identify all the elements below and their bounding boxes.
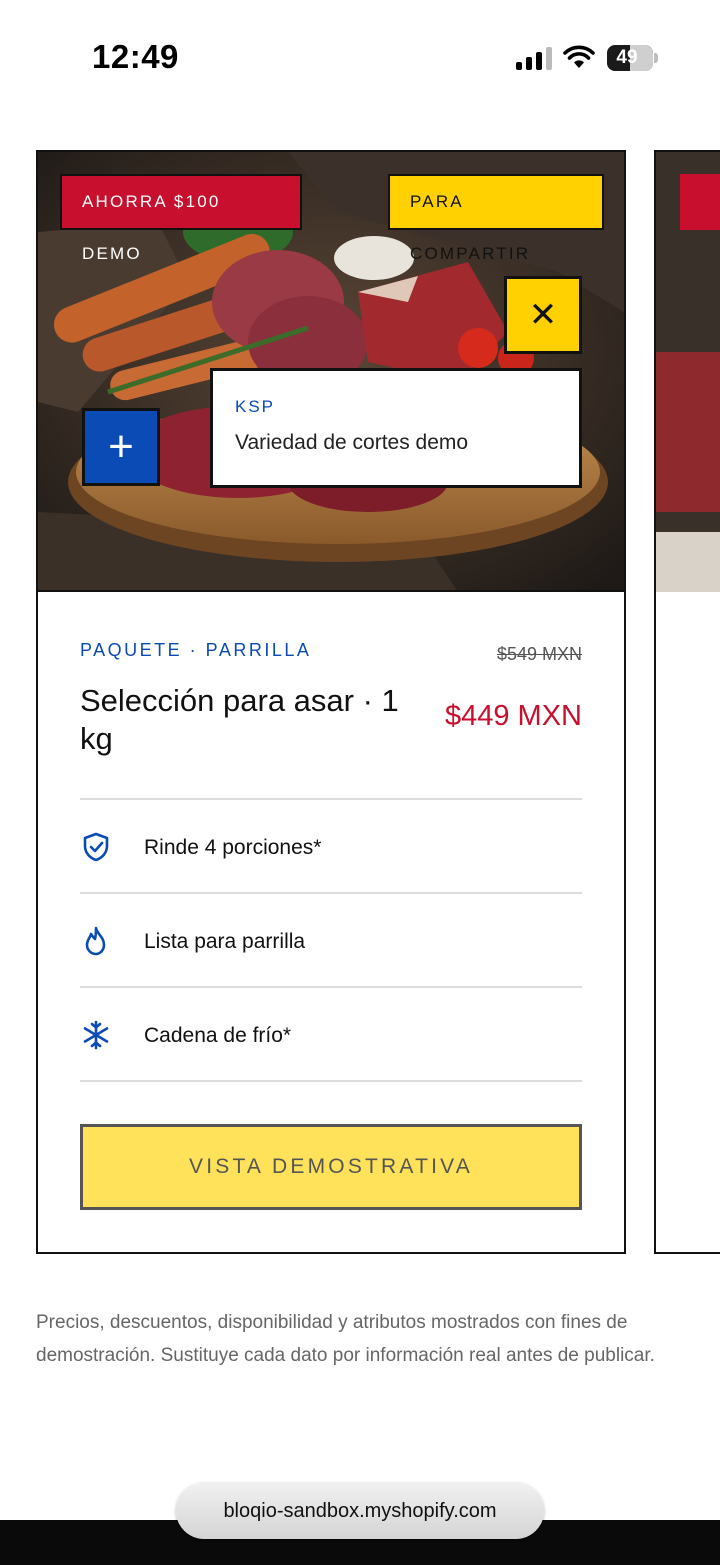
product-image[interactable]: AHORRA $100 DEMO PARA COMPARTIR ✕ KSP Va… [38,152,624,592]
browser-url-bar[interactable]: bloqio-sandbox.myshopify.com [176,1483,544,1539]
feature-list: Rinde 4 porciones* Lista para parrilla C… [80,798,582,1082]
tooltip-brand: KSP [235,397,276,416]
feature-item: Cadena de frío* [80,988,582,1082]
product-card[interactable]: AHORRA $100 DEMO PARA COMPARTIR ✕ KSP Va… [36,150,626,1254]
signal-icon [516,47,552,70]
feature-item: Rinde 4 porciones* [80,800,582,894]
product-title[interactable]: Selección para asar · 1 kg [80,682,410,758]
product-tooltip: KSP Variedad de cortes demo [210,368,582,488]
wifi-icon [563,45,595,68]
sale-price: $449 MXN [444,700,582,732]
feature-item: Lista para parrilla [80,894,582,988]
next-product-card[interactable] [654,150,720,1254]
next-product-image [656,152,720,592]
discount-badge: AHORRA $100 DEMO [60,174,302,263]
plus-icon: + [108,422,134,471]
feature-label: Lista para parrilla [144,930,306,953]
shield-check-icon [83,832,109,862]
hotspot-plus-button[interactable]: + [82,408,160,486]
flame-icon [85,926,106,956]
feature-label: Cadena de frío* [144,1024,292,1047]
disclaimer-text: Precios, descuentos, disponibilidad y at… [36,1312,655,1366]
status-bar: 12:49 49 [0,0,720,110]
share-badge: PARA COMPARTIR [388,174,604,263]
status-time: 12:49 [92,38,179,75]
product-category: PAQUETE · PARRILLA [80,640,312,660]
battery-icon: 49 [607,45,658,71]
close-tooltip-button[interactable]: ✕ [504,276,582,354]
snowflake-icon [83,1020,109,1050]
demo-view-button[interactable]: VISTA DEMOSTRATIVA [80,1124,582,1210]
feature-label: Rinde 4 porciones* [144,836,322,859]
close-icon: ✕ [528,296,558,334]
battery-level: 49 [616,47,638,68]
tooltip-text: Variedad de cortes demo [235,431,469,454]
compare-at-price: $549 MXN [496,644,582,664]
